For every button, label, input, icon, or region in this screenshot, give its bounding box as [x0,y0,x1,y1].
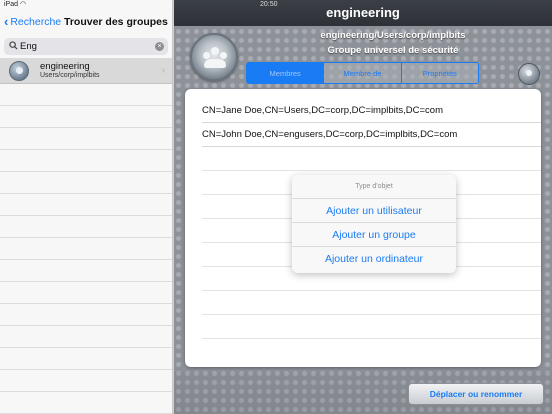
tab-membre-de[interactable]: Membre de [324,63,402,83]
wifi-icon: ◠ [20,1,27,8]
search-icon [9,41,18,50]
members-list: CN=Jane Doe,CN=Users,DC=corp,DC=implbits… [185,89,541,367]
list-item[interactable]: engineering Users/corp/implbits › [0,58,172,84]
user-info-icon[interactable] [518,63,540,85]
clock: 20:50 [260,1,278,8]
detail-panel: engineering engineering/Users/corp/implb… [174,0,552,414]
empty-row [202,147,541,171]
empty-list-area [0,84,172,414]
action-sheet-title: Type d'objet [292,175,456,199]
move-rename-button[interactable]: Déplacer ou renommer [408,383,544,405]
segmented-control: Membres Membre de Propriétés [246,62,479,84]
group-avatar-icon [9,61,29,81]
chevron-right-icon: › [161,65,165,76]
tab-proprietes[interactable]: Propriétés [401,63,478,83]
chevron-left-icon: ‹ [4,14,9,29]
empty-row [202,315,541,339]
result-name: engineering [40,61,90,72]
table-row[interactable]: CN=John Doe,CN=engusers,DC=corp,DC=implb… [202,123,541,147]
search-input[interactable] [20,40,150,53]
empty-row [202,291,541,315]
add-group-button[interactable]: Ajouter un groupe [292,223,456,247]
tab-membres[interactable]: Membres [247,63,325,83]
add-user-button[interactable]: Ajouter un utilisateur [292,199,456,223]
back-button[interactable]: ‹ Recherche [4,14,62,29]
clear-search-icon[interactable]: × [155,42,164,51]
status-bar: iPad ◠ 20:50 [0,0,552,10]
group-path: engineering/Users/corp/implbits [320,30,466,41]
master-title: Trouver des groupes [64,16,168,28]
master-panel: ‹ Recherche Trouver des groupes × engine… [0,0,173,414]
table-row[interactable]: CN=Jane Doe,CN=Users,DC=corp,DC=implbits… [202,99,541,123]
carrier-label: iPad [4,1,19,8]
add-computer-button[interactable]: Ajouter un ordinateur [292,247,456,271]
search-bar[interactable]: × [4,38,168,55]
master-nav-bar: ‹ Recherche Trouver des groupes [0,10,172,36]
group-type: Groupe universel de sécurité [327,45,459,56]
result-path: Users/corp/implbits [40,72,100,79]
back-button-label: Recherche [10,16,62,28]
object-type-action-sheet: Type d'objet Ajouter un utilisateur Ajou… [292,175,456,273]
